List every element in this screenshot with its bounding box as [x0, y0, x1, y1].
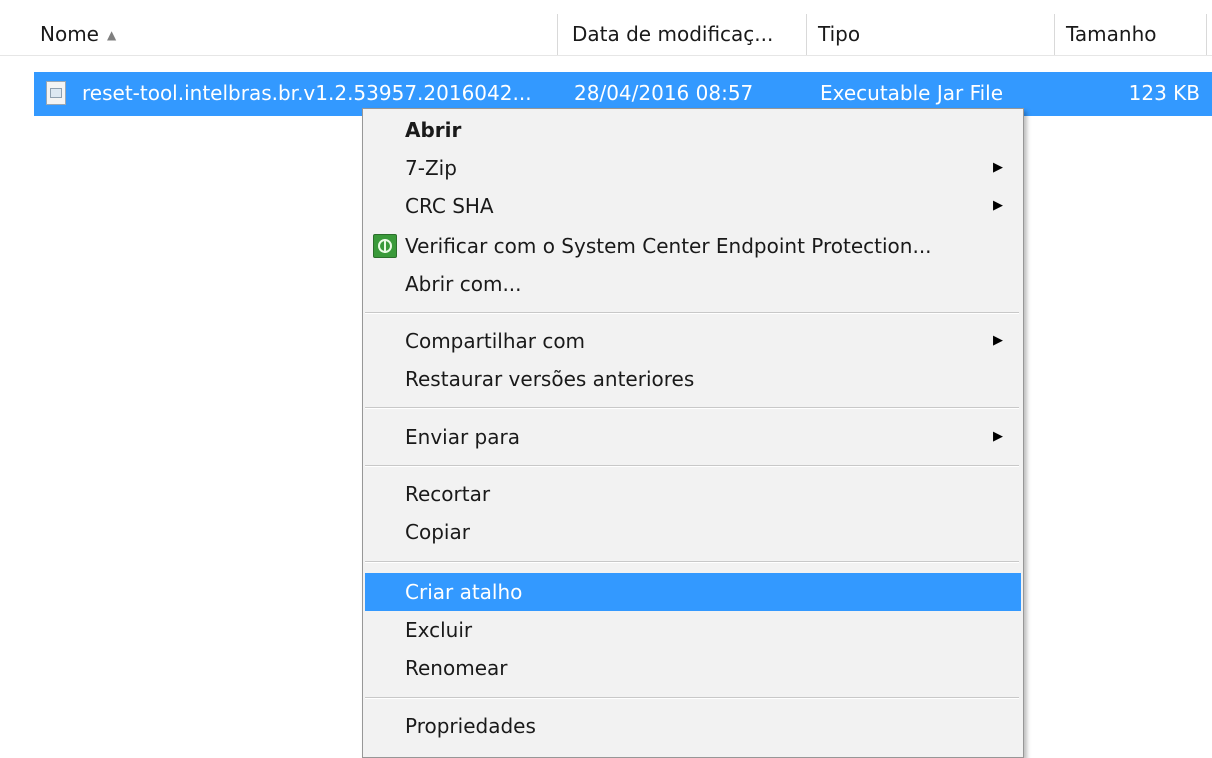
column-divider[interactable]: [806, 14, 807, 56]
menu-separator: [365, 561, 1019, 563]
submenu-arrow-icon: ▶: [993, 160, 1003, 175]
menu-item-verificar-endpoint[interactable]: Verificar com o System Center Endpoint P…: [365, 227, 1021, 265]
column-header-size[interactable]: Tamanho: [1056, 14, 1206, 56]
menu-item-abrir[interactable]: Abrir: [365, 111, 1021, 149]
menu-item-compartilhar-com[interactable]: Compartilhar com ▶: [365, 322, 1021, 360]
menu-item-label: Excluir: [405, 618, 473, 642]
menu-item-recortar[interactable]: Recortar: [365, 475, 1021, 513]
menu-item-label: CRC SHA: [405, 194, 494, 218]
menu-item-label: Restaurar versões anteriores: [405, 367, 695, 391]
column-divider[interactable]: [1054, 14, 1055, 56]
menu-item-label: Compartilhar com: [405, 329, 586, 353]
menu-item-label: Enviar para: [405, 425, 520, 449]
menu-item-label: Verificar com o System Center Endpoint P…: [405, 234, 932, 258]
menu-item-7zip[interactable]: 7-Zip ▶: [365, 149, 1021, 187]
submenu-arrow-icon: ▶: [993, 198, 1003, 213]
menu-item-restaurar-versoes[interactable]: Restaurar versões anteriores: [365, 360, 1021, 398]
context-menu: Abrir 7-Zip ▶ CRC SHA ▶ Verificar com o …: [362, 108, 1024, 758]
menu-item-excluir[interactable]: Excluir: [365, 611, 1021, 649]
menu-item-abrir-com[interactable]: Abrir com...: [365, 265, 1021, 303]
menu-item-enviar-para[interactable]: Enviar para ▶: [365, 418, 1021, 456]
column-divider[interactable]: [557, 14, 558, 56]
menu-item-label: Criar atalho: [405, 580, 523, 604]
endpoint-protection-icon: [373, 234, 397, 258]
menu-item-label: Propriedades: [405, 714, 536, 738]
menu-separator: [365, 697, 1019, 699]
menu-separator: [365, 312, 1019, 314]
menu-item-criar-atalho[interactable]: Criar atalho: [365, 573, 1021, 611]
column-header-type[interactable]: Tipo: [808, 14, 1053, 56]
column-header-name[interactable]: Nome ▲: [30, 14, 556, 56]
menu-item-copiar[interactable]: Copiar: [365, 513, 1021, 551]
menu-item-label: Renomear: [405, 656, 508, 680]
menu-item-label: Abrir: [405, 118, 462, 142]
menu-item-label: Abrir com...: [405, 272, 522, 296]
submenu-arrow-icon: ▶: [993, 429, 1003, 444]
file-size: 123 KB: [1128, 81, 1200, 105]
menu-item-label: Recortar: [405, 482, 491, 506]
sort-ascending-icon: ▲: [106, 28, 117, 42]
menu-item-crc-sha[interactable]: CRC SHA ▶: [365, 187, 1021, 225]
column-header-bar: Nome ▲ Data de modificaç... Tipo Tamanho: [0, 14, 1212, 56]
jar-file-icon: [46, 81, 66, 105]
header-divider: [0, 55, 1212, 56]
menu-item-label: Copiar: [405, 520, 470, 544]
column-header-name-label: Nome: [40, 22, 99, 46]
menu-item-label: 7-Zip: [405, 156, 457, 180]
menu-item-renomear[interactable]: Renomear: [365, 649, 1021, 687]
menu-separator: [365, 407, 1019, 409]
menu-item-propriedades[interactable]: Propriedades: [365, 707, 1021, 745]
column-header-date[interactable]: Data de modificaç...: [562, 14, 806, 56]
column-divider[interactable]: [1206, 14, 1207, 56]
submenu-arrow-icon: ▶: [993, 333, 1003, 348]
menu-separator: [365, 465, 1019, 467]
